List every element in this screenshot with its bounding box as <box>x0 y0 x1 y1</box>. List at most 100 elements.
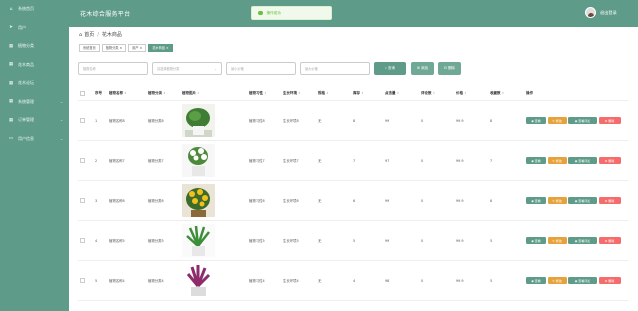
table-row: 1 植物名称8 植物分类8 植物习性8 生长环境8 无 8 99 0 99.9 8 ◉ 查看 ✎ 修改 ◉… <box>78 101 628 141</box>
row-checkbox[interactable] <box>80 158 85 163</box>
sidebar-item-3[interactable]: ▦ 花木商品 <box>0 56 69 75</box>
cell-comments: 0 <box>421 158 424 163</box>
success-icon <box>258 10 263 16</box>
column-header[interactable]: 植物名称⇕ <box>109 91 127 96</box>
sort-icon[interactable]: ⇕ <box>326 91 329 95</box>
view-button[interactable]: ◉ 查看 <box>526 116 546 125</box>
column-header-label: 生长环境 <box>283 90 297 95</box>
view-button[interactable]: ◉ 查看 <box>526 196 546 205</box>
column-header[interactable]: 点击量⇕ <box>385 91 399 96</box>
tag-home[interactable]: 系统首页 <box>79 44 100 52</box>
avatar[interactable] <box>585 7 596 18</box>
select-all-checkbox[interactable] <box>80 90 85 96</box>
view-button[interactable]: ◉ 查看 <box>526 156 546 165</box>
cell-name: 植物名称5 <box>109 239 125 243</box>
breadcrumb-home[interactable]: 首页 <box>84 31 94 38</box>
cell-clicks: 99 <box>385 198 390 203</box>
plant-name-input[interactable]: 植物名称 <box>78 62 148 75</box>
column-header[interactable]: 生长环境⇕ <box>283 91 301 96</box>
edit-button[interactable]: ✎ 修改 <box>547 276 567 285</box>
row-actions: ◉ 查看 ✎ 修改 ◉ 查看评论 ⊗ 删除 <box>526 276 621 285</box>
column-header[interactable]: 植物图片⇕ <box>182 91 200 96</box>
column-header[interactable]: 规格⇕ <box>318 91 329 96</box>
sidebar-item-4[interactable]: ▦ 花木论坛 <box>0 74 69 93</box>
breadcrumb-separator: / <box>97 31 99 38</box>
category-select[interactable]: 请选择植物分类 ⌄ <box>152 62 222 75</box>
sidebar-item-label: 植物分类 <box>18 43 34 49</box>
row-delete-button[interactable]: ⊗ 删除 <box>598 276 621 285</box>
sort-icon[interactable]: ⇕ <box>397 91 400 95</box>
add-button[interactable]: ⊞ 添加 <box>411 62 434 75</box>
view-reviews-button[interactable]: ◉ 查看评论 <box>568 236 597 245</box>
view-button[interactable]: ◉ 查看 <box>526 236 546 245</box>
row-checkbox[interactable] <box>80 118 85 123</box>
send-icon: ➤ <box>9 25 13 31</box>
sort-icon[interactable]: ⇕ <box>502 91 505 95</box>
column-header-label: 植物习性 <box>249 90 263 95</box>
sort-icon[interactable]: ⇕ <box>124 91 127 95</box>
row-delete-button[interactable]: ⊗ 删除 <box>598 116 621 125</box>
cell-price: 99.9 <box>456 158 464 163</box>
tag-user[interactable]: 用户 × <box>128 44 147 52</box>
row-delete-button[interactable]: ⊗ 删除 <box>598 236 621 245</box>
sidebar-item-2[interactable]: ▦ 植物分类 <box>0 37 69 56</box>
sort-icon[interactable]: ⇕ <box>433 91 436 95</box>
column-header: 操作 <box>526 91 533 96</box>
search-button[interactable]: ⌕ 查询 <box>374 62 406 75</box>
goods-table: 序号 植物名称⇕ 植物分类⇕ 植物图片⇕ 植物习性⇕ 生长环境⇕ 规格⇕ 库存⇕ 点击量⇕ 评论数… <box>78 86 628 301</box>
view-reviews-button[interactable]: ◉ 查看评论 <box>568 156 597 165</box>
sort-icon[interactable]: ⇕ <box>163 91 166 95</box>
column-header[interactable]: 收藏数⇕ <box>490 91 504 96</box>
success-toast: 操作成功 <box>251 6 332 20</box>
row-checkbox[interactable] <box>80 238 85 243</box>
cell-clicks: 99 <box>385 238 390 243</box>
logout-link[interactable]: 退出登录 <box>600 10 617 16</box>
view-reviews-button[interactable]: ◉ 查看评论 <box>568 276 597 285</box>
tag-flower-goods[interactable]: 花木商品 × <box>148 44 173 52</box>
edit-button[interactable]: ✎ 修改 <box>547 116 567 125</box>
edit-button[interactable]: ✎ 修改 <box>547 236 567 245</box>
breadcrumb-current: 花木商品 <box>101 32 122 38</box>
grid-icon: ▦ <box>8 43 14 49</box>
cell-habit: 植物习性6 <box>249 199 265 203</box>
column-header[interactable]: 价格⇕ <box>456 91 467 96</box>
sidebar-item-1[interactable]: ➤ 用户 <box>0 19 69 38</box>
delete-button[interactable]: ⊟ 删除 <box>438 62 461 75</box>
view-reviews-button[interactable]: ◉ 查看评论 <box>568 196 597 205</box>
tag-plant-category[interactable]: 植物分类 × <box>101 44 127 52</box>
cell-env: 生长环境6 <box>283 199 299 203</box>
sort-icon[interactable]: ⇕ <box>298 91 301 95</box>
sort-icon[interactable]: ⇕ <box>264 91 267 95</box>
sidebar-item-7[interactable]: ▭ 用户信息 ⌄ <box>0 130 69 149</box>
edit-button[interactable]: ✎ 修改 <box>547 156 567 165</box>
column-header[interactable]: 评论数⇕ <box>421 91 435 96</box>
sidebar-item-0[interactable]: ⌂ 系统首页 <box>0 0 69 19</box>
row-checkbox[interactable] <box>80 198 85 203</box>
row-checkbox[interactable] <box>80 278 85 283</box>
column-header-label: 植物分类 <box>148 90 162 95</box>
column-header-label: 操作 <box>526 90 533 95</box>
sidebar-item-5[interactable]: ▦ 系统管理 ⌄ <box>0 93 69 112</box>
row-delete-button[interactable]: ⊗ 删除 <box>598 196 621 205</box>
view-button[interactable]: ◉ 查看 <box>526 276 546 285</box>
sidebar-item-label: 订单管理 <box>18 117 34 123</box>
cell-category: 植物分类6 <box>148 199 164 203</box>
column-header-label: 植物名称 <box>109 90 123 95</box>
sort-icon[interactable]: ⇕ <box>361 91 364 95</box>
edit-button[interactable]: ✎ 修改 <box>547 196 567 205</box>
sidebar-item-6[interactable]: ▦ 订单管理 ⌄ <box>0 111 69 130</box>
column-header[interactable]: 植物分类⇕ <box>148 91 166 96</box>
cell-spec: 无 <box>318 279 322 283</box>
cell-index: 3 <box>95 198 98 203</box>
view-reviews-button[interactable]: ◉ 查看评论 <box>568 116 597 125</box>
row-delete-button[interactable]: ⊗ 删除 <box>598 156 621 165</box>
column-header-label: 库存 <box>353 90 360 95</box>
sidebar: ⌂ 系统首页 ➤ 用户 ▦ 植物分类 ▦ 花木商品 ▦ 花木论坛 ▦ 系统管理 ⌄ ▦ 订单管理 ⌄ ▭ 用户信息… <box>0 0 69 311</box>
column-header[interactable]: 库存⇕ <box>353 91 364 96</box>
column-header[interactable]: 植物习性⇕ <box>249 91 267 96</box>
cell-clicks: 97 <box>385 158 390 163</box>
sort-icon[interactable]: ⇕ <box>464 91 467 95</box>
sort-icon[interactable]: ⇕ <box>197 91 200 95</box>
price-min-input[interactable]: 最小价格 <box>226 62 296 75</box>
price-max-input[interactable]: 最大价格 <box>300 62 370 75</box>
